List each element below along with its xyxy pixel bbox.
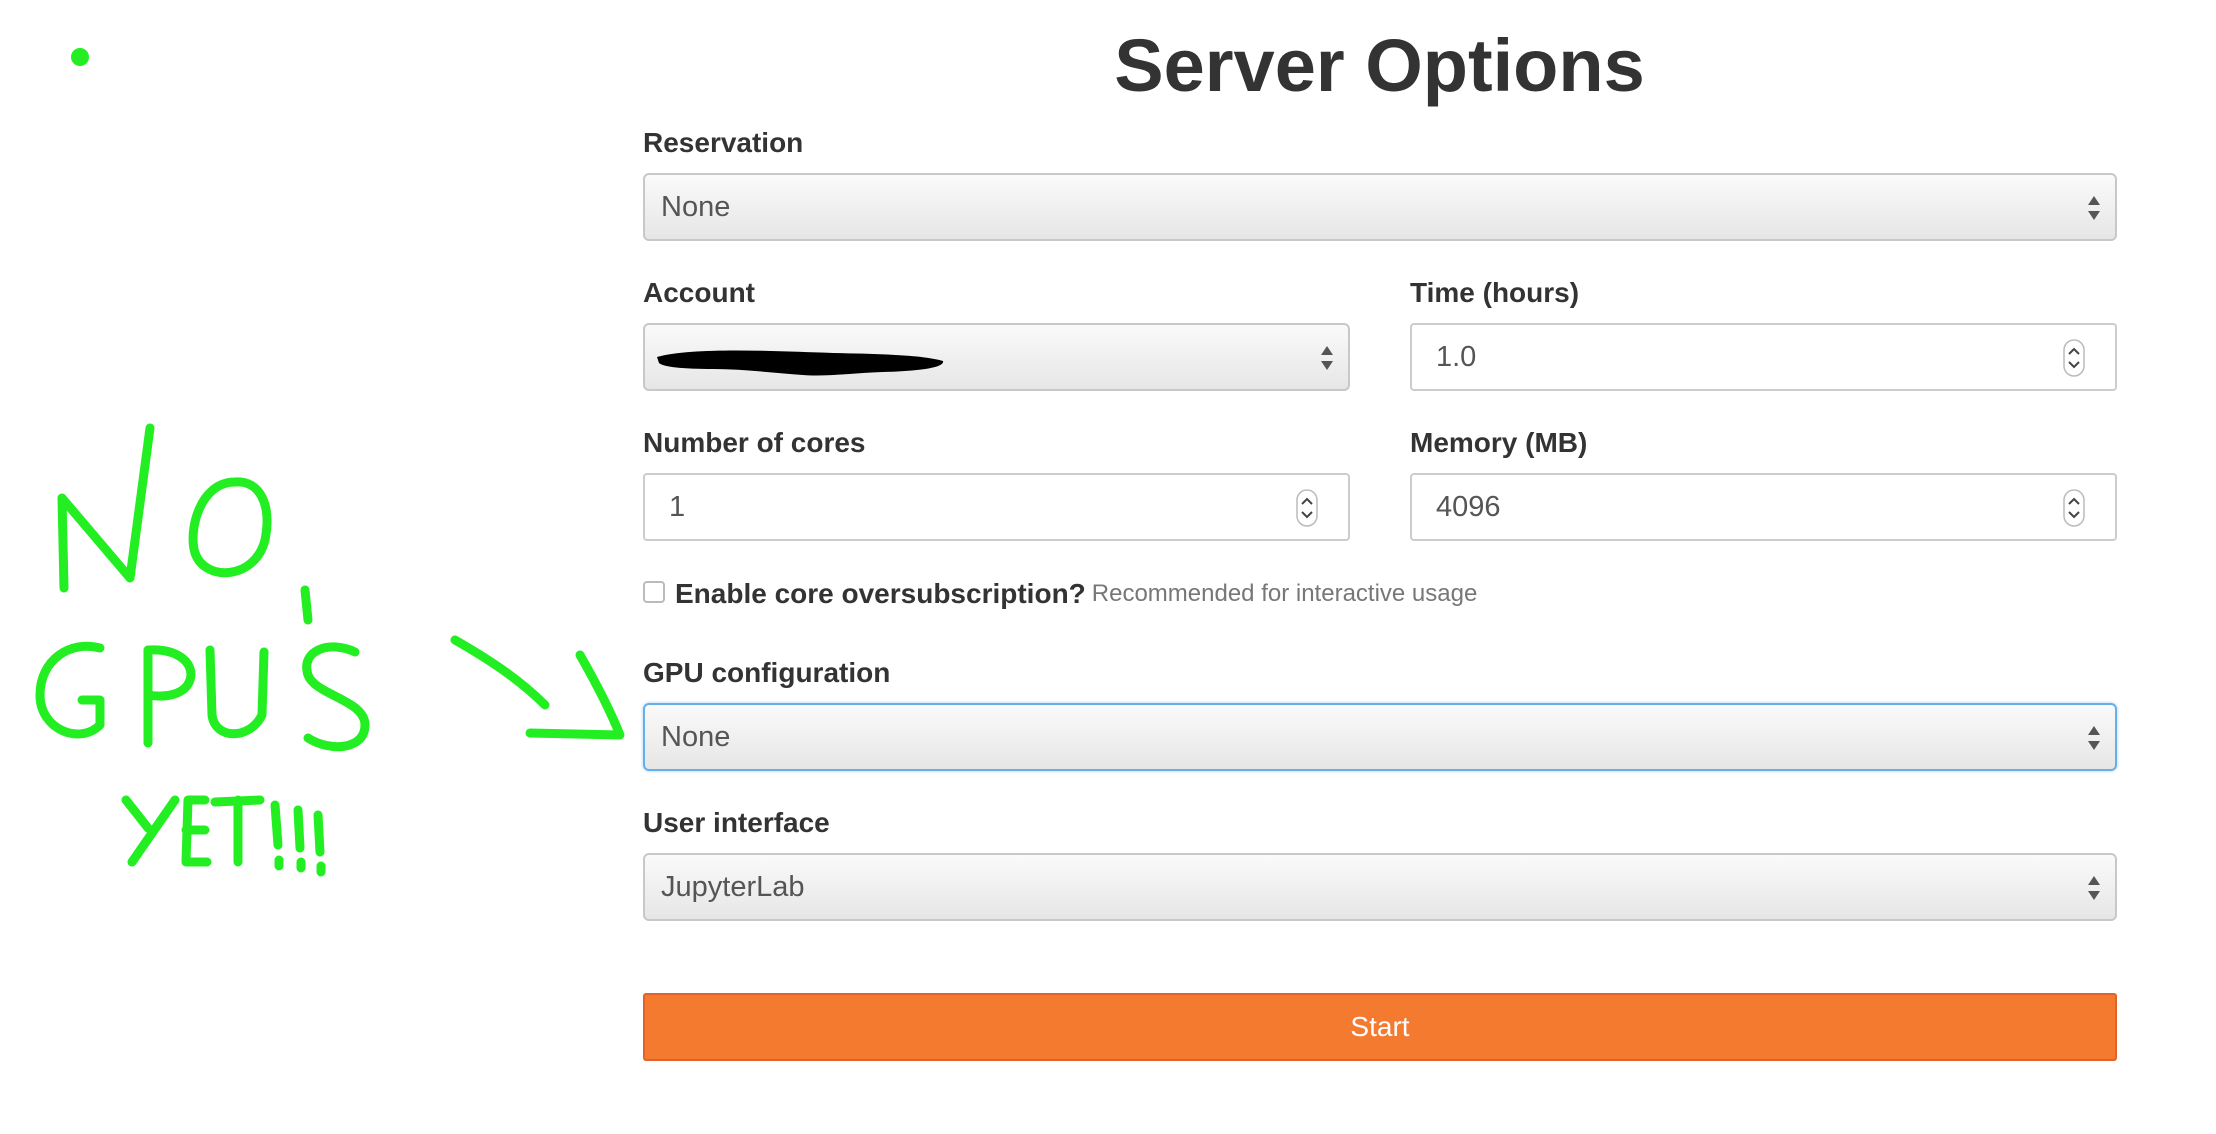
gpu-label: GPU configuration	[643, 657, 891, 688]
page-title: Server Options	[1114, 24, 1645, 107]
select-arrows-icon	[2088, 726, 2100, 750]
server-options-page: Server Options Reservation None Account …	[0, 0, 2216, 1134]
cores-input[interactable]: 1	[643, 473, 1350, 541]
time-label: Time (hours)	[1410, 277, 1580, 308]
ui-select[interactable]: JupyterLab	[643, 853, 2117, 921]
select-arrows-icon	[1321, 346, 1333, 370]
time-value: 1.0	[1436, 341, 1477, 373]
handwritten-annotation	[35, 48, 625, 877]
oversubscription-row: Enable core oversubscription? Recommended…	[643, 576, 1477, 612]
time-input[interactable]: 1.0	[1410, 323, 2117, 391]
cores-label: Number of cores	[643, 427, 866, 458]
number-spinner-icon[interactable]	[2063, 339, 2085, 377]
gpu-select[interactable]: None	[643, 703, 2117, 771]
reservation-select[interactable]: None	[643, 173, 2117, 241]
memory-input[interactable]: 4096	[1410, 473, 2117, 541]
number-spinner-icon[interactable]	[2063, 489, 2085, 527]
select-arrows-icon	[2088, 876, 2100, 900]
oversubscription-help: Recommended for interactive usage	[1091, 580, 1478, 607]
number-spinner-icon[interactable]	[1296, 489, 1318, 527]
account-select[interactable]	[643, 323, 1350, 391]
redaction-scribble	[657, 350, 944, 376]
memory-value: 4096	[1436, 491, 1501, 523]
reservation-label: Reservation	[643, 127, 804, 158]
gpu-value: None	[661, 721, 731, 753]
account-label: Account	[643, 277, 755, 308]
select-arrows-icon	[2088, 196, 2100, 220]
memory-label: Memory (MB)	[1410, 427, 1588, 458]
oversubscription-label[interactable]: Enable core oversubscription?	[675, 578, 1086, 609]
ui-value: JupyterLab	[661, 871, 805, 903]
cores-value: 1	[669, 491, 686, 523]
start-button[interactable]: Start	[643, 993, 2117, 1061]
reservation-value: None	[661, 191, 731, 223]
ui-label: User interface	[643, 807, 830, 838]
